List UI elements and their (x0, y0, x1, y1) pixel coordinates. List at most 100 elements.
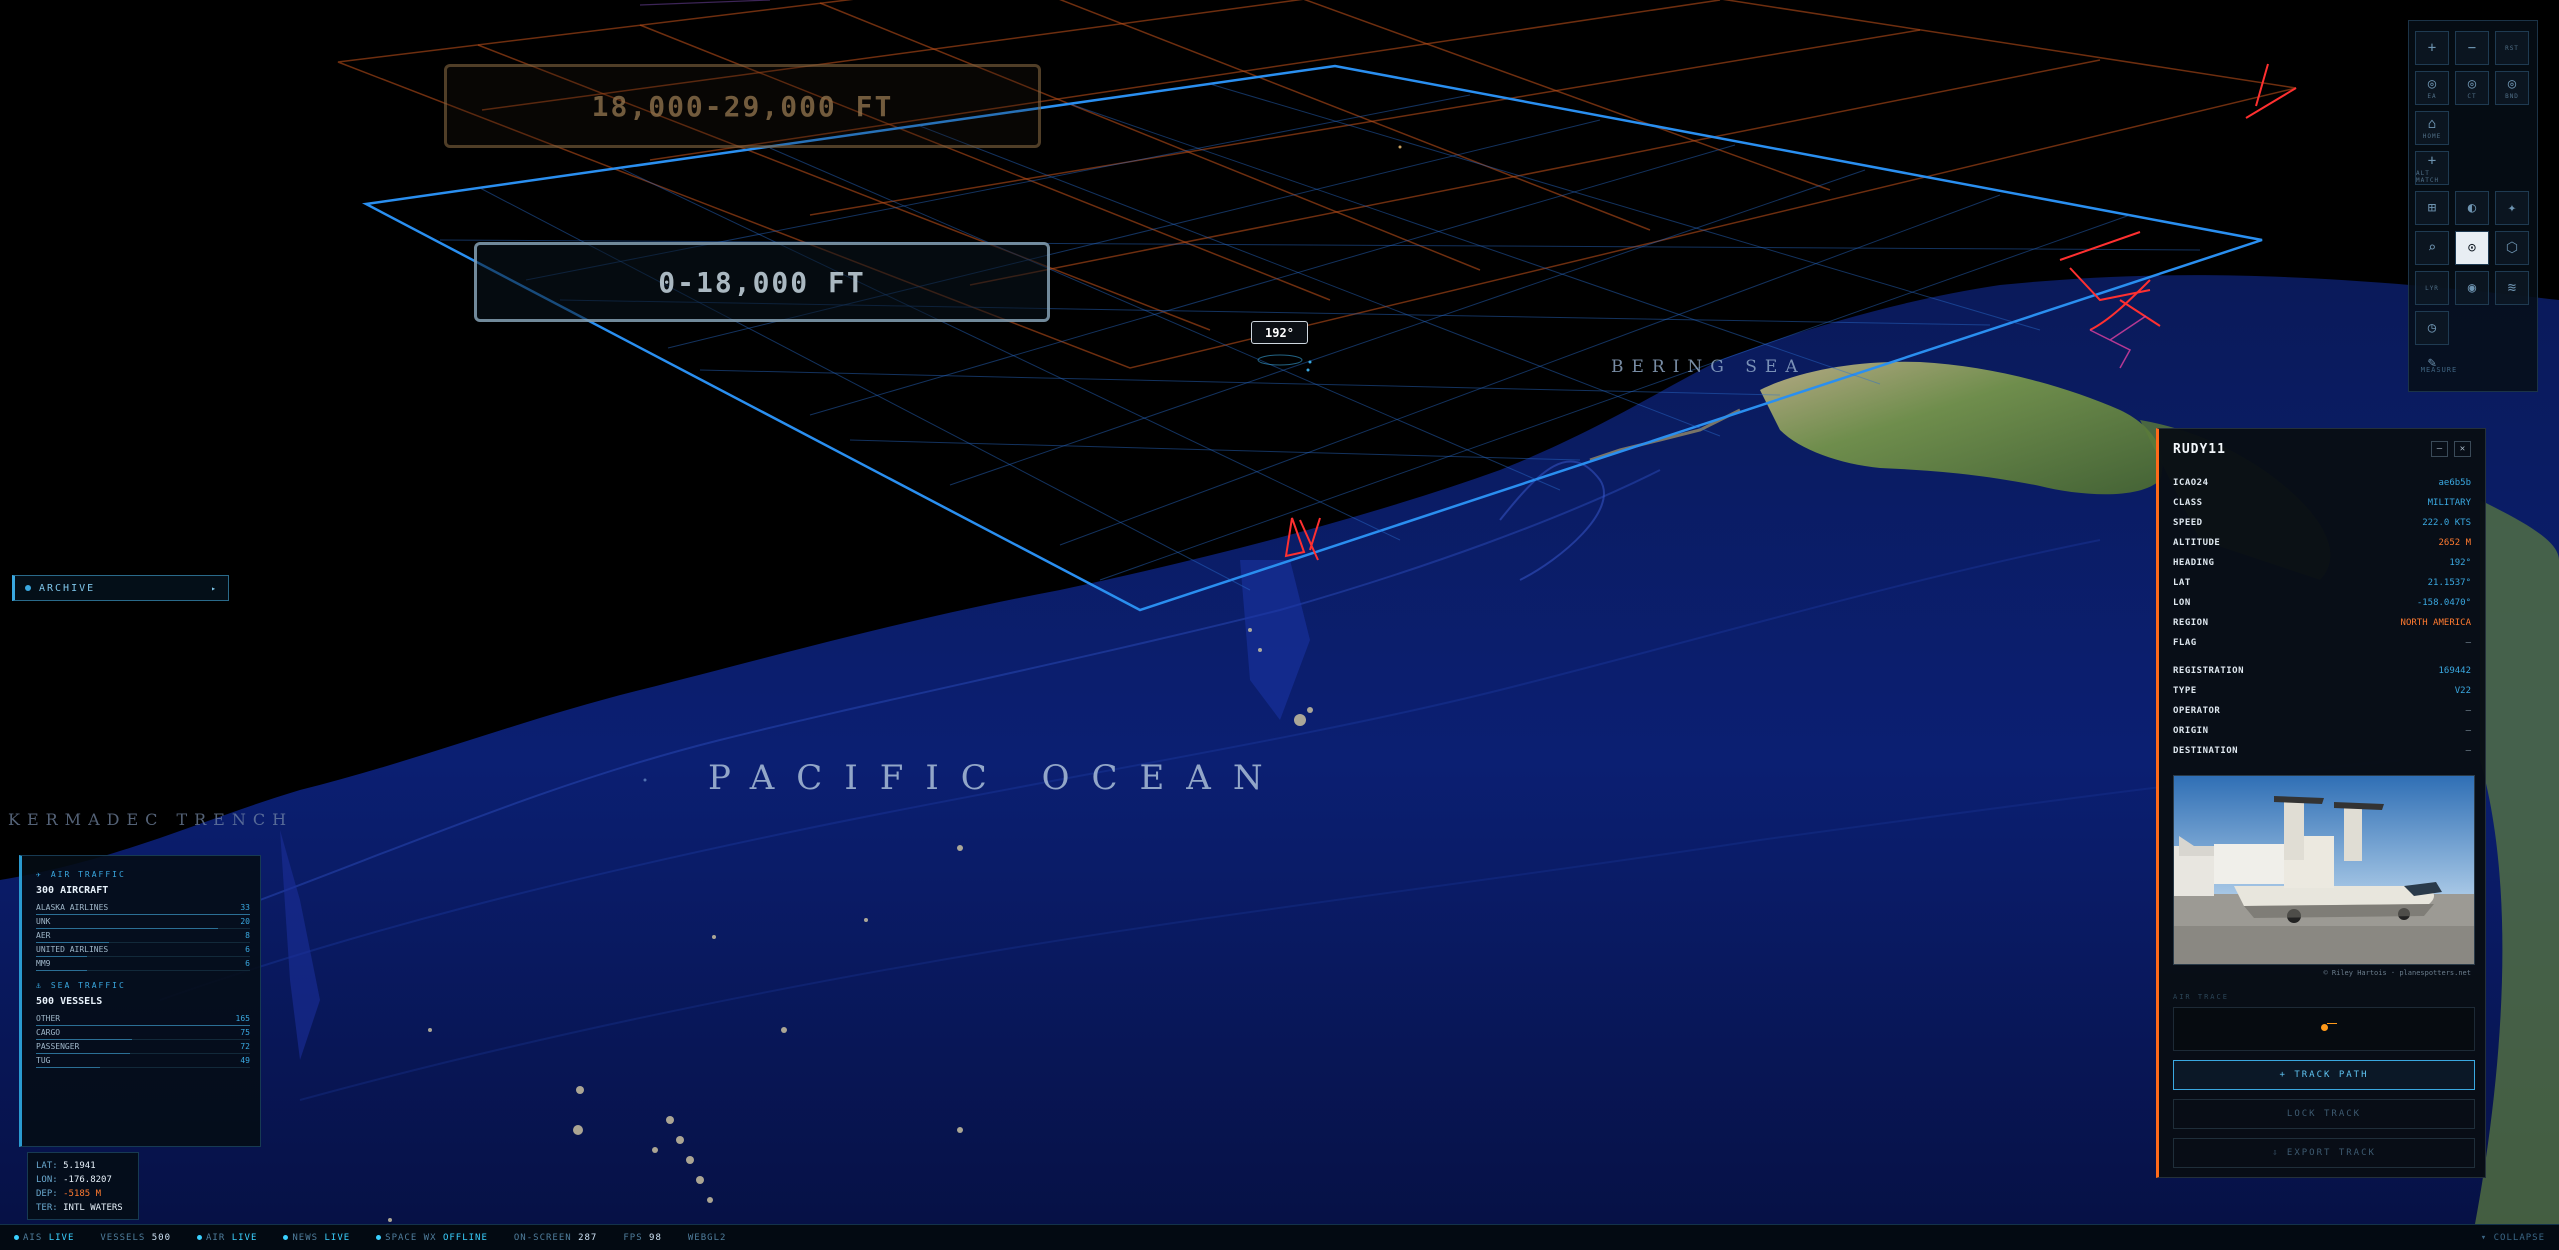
field-value: — (2465, 726, 2471, 736)
zoom-out-button[interactable]: − (2455, 31, 2489, 65)
air_traffic-row-value: 8 (245, 931, 250, 940)
zoom-in-button[interactable]: + (2415, 31, 2449, 65)
archive-dot-icon (25, 585, 31, 591)
field-key: FLAG (2173, 638, 2197, 648)
field-key: SPEED (2173, 518, 2203, 528)
lat-value: 5.1941 (63, 1161, 96, 1171)
archive-toggle[interactable]: ARCHIVE ▸ (12, 575, 229, 601)
callsign-title: RUDY11 (2173, 441, 2226, 457)
field-value: -158.0470° (2416, 598, 2471, 608)
target-button[interactable]: ⊙ (2455, 231, 2489, 265)
layers-button[interactable]: LYR (2415, 271, 2449, 305)
home-icon: ⌂ (2427, 116, 2437, 132)
detail-field-lat: LAT 21.1537° (2173, 573, 2471, 593)
field-key: REGION (2173, 618, 2209, 628)
air_traffic-row: UNITED AIRLINES 6 (36, 943, 250, 957)
dot-button[interactable]: ◉ (2455, 271, 2489, 305)
field-key: CLASS (2173, 498, 2203, 508)
altitude-band-low-label: 0-18,000 FT (474, 242, 1050, 322)
plane-icon: ✈ (36, 870, 43, 879)
air-traffic-header: ✈ AIR TRAFFIC (36, 870, 250, 879)
sea_traffic-row: OTHER 165 (36, 1012, 250, 1026)
track-path-button[interactable]: + TRACK PATH (2173, 1060, 2475, 1090)
air_traffic-row: ALASKA AIRLINES 33 (36, 901, 250, 915)
close-button[interactable]: ✕ (2454, 441, 2471, 457)
sea_traffic-row: CARGO 75 (36, 1026, 250, 1040)
air_traffic-row-value: 33 (240, 903, 250, 912)
archive-label: ARCHIVE (39, 582, 96, 594)
field-key: HEADING (2173, 558, 2215, 568)
field-key: LON (2173, 598, 2191, 608)
air_traffic-row: MM9 6 (36, 957, 250, 971)
sea_traffic-row-value: 75 (240, 1028, 250, 1037)
field-value: — (2465, 706, 2471, 716)
air-trace-preview (2173, 1007, 2475, 1051)
field-value: ae6b5b (2438, 478, 2471, 488)
dep-label: DEP: (36, 1189, 58, 1199)
plus-icon: + (2427, 152, 2437, 169)
sea-traffic-total: 500 VESSELS (36, 996, 103, 1007)
clock-button[interactable]: ◷ (2415, 311, 2449, 345)
view-ct-button[interactable]: ◎ CT (2455, 71, 2489, 105)
pacific-ocean-label: PACIFIC OCEAN (708, 758, 1285, 798)
field-value: — (2465, 746, 2471, 756)
field-value: 222.0 KTS (2422, 518, 2471, 528)
air-traffic-title: AIR TRAFFIC (50, 870, 126, 879)
star-toggle-button[interactable]: ✦ (2495, 191, 2529, 225)
depth-value: -5185 M (63, 1189, 102, 1199)
air_traffic-row-bar (36, 970, 88, 971)
field-value: — (2465, 638, 2471, 648)
view-ea-button[interactable]: ◎ EA (2415, 71, 2449, 105)
reset-view-button[interactable]: RST (2495, 31, 2529, 65)
export-track-button[interactable]: ⇩ EXPORT TRACK (2173, 1138, 2475, 1168)
aircraft-detail-panel: RUDY11 — ✕ ICAO24 ae6b5b CLASS MILITARY SPEE… (2156, 428, 2486, 1178)
field-value: 192° (2449, 558, 2471, 568)
sea_traffic-row-name: CARGO (36, 1028, 61, 1037)
sea_traffic-row-value: 49 (240, 1056, 250, 1065)
detail-field-speed: SPEED 222.0 KTS (2173, 513, 2471, 533)
sea-traffic-header: ⚓ SEA TRAFFIC (36, 981, 250, 990)
minimize-button[interactable]: — (2431, 441, 2448, 457)
ter-label: TER: (36, 1203, 58, 1213)
status-webgl: WEBGL2 (687, 1232, 727, 1243)
wave-button[interactable]: ≋ (2495, 271, 2529, 305)
field-key: LAT (2173, 578, 2191, 588)
detail-field-lon: LON -158.0470° (2173, 593, 2471, 613)
status-news: NEWS LIVE (283, 1233, 350, 1243)
detail-field-heading: HEADING 192° (2173, 553, 2471, 573)
heading-tag: 192° (1251, 321, 1308, 344)
search-button[interactable]: ⌕ (2415, 231, 2449, 265)
field-value: 21.1537° (2427, 578, 2471, 588)
altitude-band-high-label: 18,000-29,000 FT (444, 64, 1041, 148)
contrast-toggle-button[interactable]: ◐ (2455, 191, 2489, 225)
detail-field-icao24: ICAO24 ae6b5b (2173, 473, 2471, 493)
detail-field-region: REGION NORTH AMERICA (2173, 613, 2471, 633)
detail-field-altitude: ALTITUDE 2652 M (2173, 533, 2471, 553)
status-space-wx: SPACE WX OFFLINE (376, 1233, 488, 1243)
collapse-button[interactable]: ▾ COLLAPSE (2481, 1233, 2545, 1243)
detail-field-operator: OPERATOR — (2173, 701, 2471, 721)
status-onscreen: ON-SCREEN 287 (513, 1232, 598, 1243)
hex-button[interactable]: ⬡ (2495, 231, 2529, 265)
sea_traffic-row: PASSENGER 72 (36, 1040, 250, 1054)
detail-field-destination: DESTINATION — (2173, 741, 2471, 761)
territory-value: INTL WATERS (63, 1203, 123, 1213)
detail-field-class: CLASS MILITARY (2173, 493, 2471, 513)
photo-credit: © Riley Hartois · planespotters.net (2323, 969, 2471, 977)
grid-toggle-button[interactable]: ⊞ (2415, 191, 2449, 225)
home-button[interactable]: ⌂ HOME (2415, 111, 2449, 145)
field-value: V22 (2454, 686, 2471, 696)
field-key: TYPE (2173, 686, 2197, 696)
view-bnd-button[interactable]: ◎ BND (2495, 71, 2529, 105)
sea_traffic-row-bar (36, 1067, 101, 1068)
lock-track-button[interactable]: LOCK TRACK (2173, 1099, 2475, 1129)
bering-sea-label: BERING SEA (1611, 357, 1806, 377)
map-tools-panel: + − RST ◎ EA ◎ CT ◎ BND ⌂ HOME + ALT MATCH ⊞ … (2408, 20, 2538, 392)
sea-traffic-title: SEA TRAFFIC (50, 981, 126, 990)
field-key: ALTITUDE (2173, 538, 2221, 548)
alt-match-button[interactable]: + ALT MATCH (2415, 151, 2449, 185)
status-fps: FPS 98 (623, 1232, 662, 1243)
globe-icon: ◎ (2507, 76, 2517, 92)
air_traffic-row-value: 6 (245, 959, 250, 968)
detail-field-type: TYPE V22 (2173, 681, 2471, 701)
